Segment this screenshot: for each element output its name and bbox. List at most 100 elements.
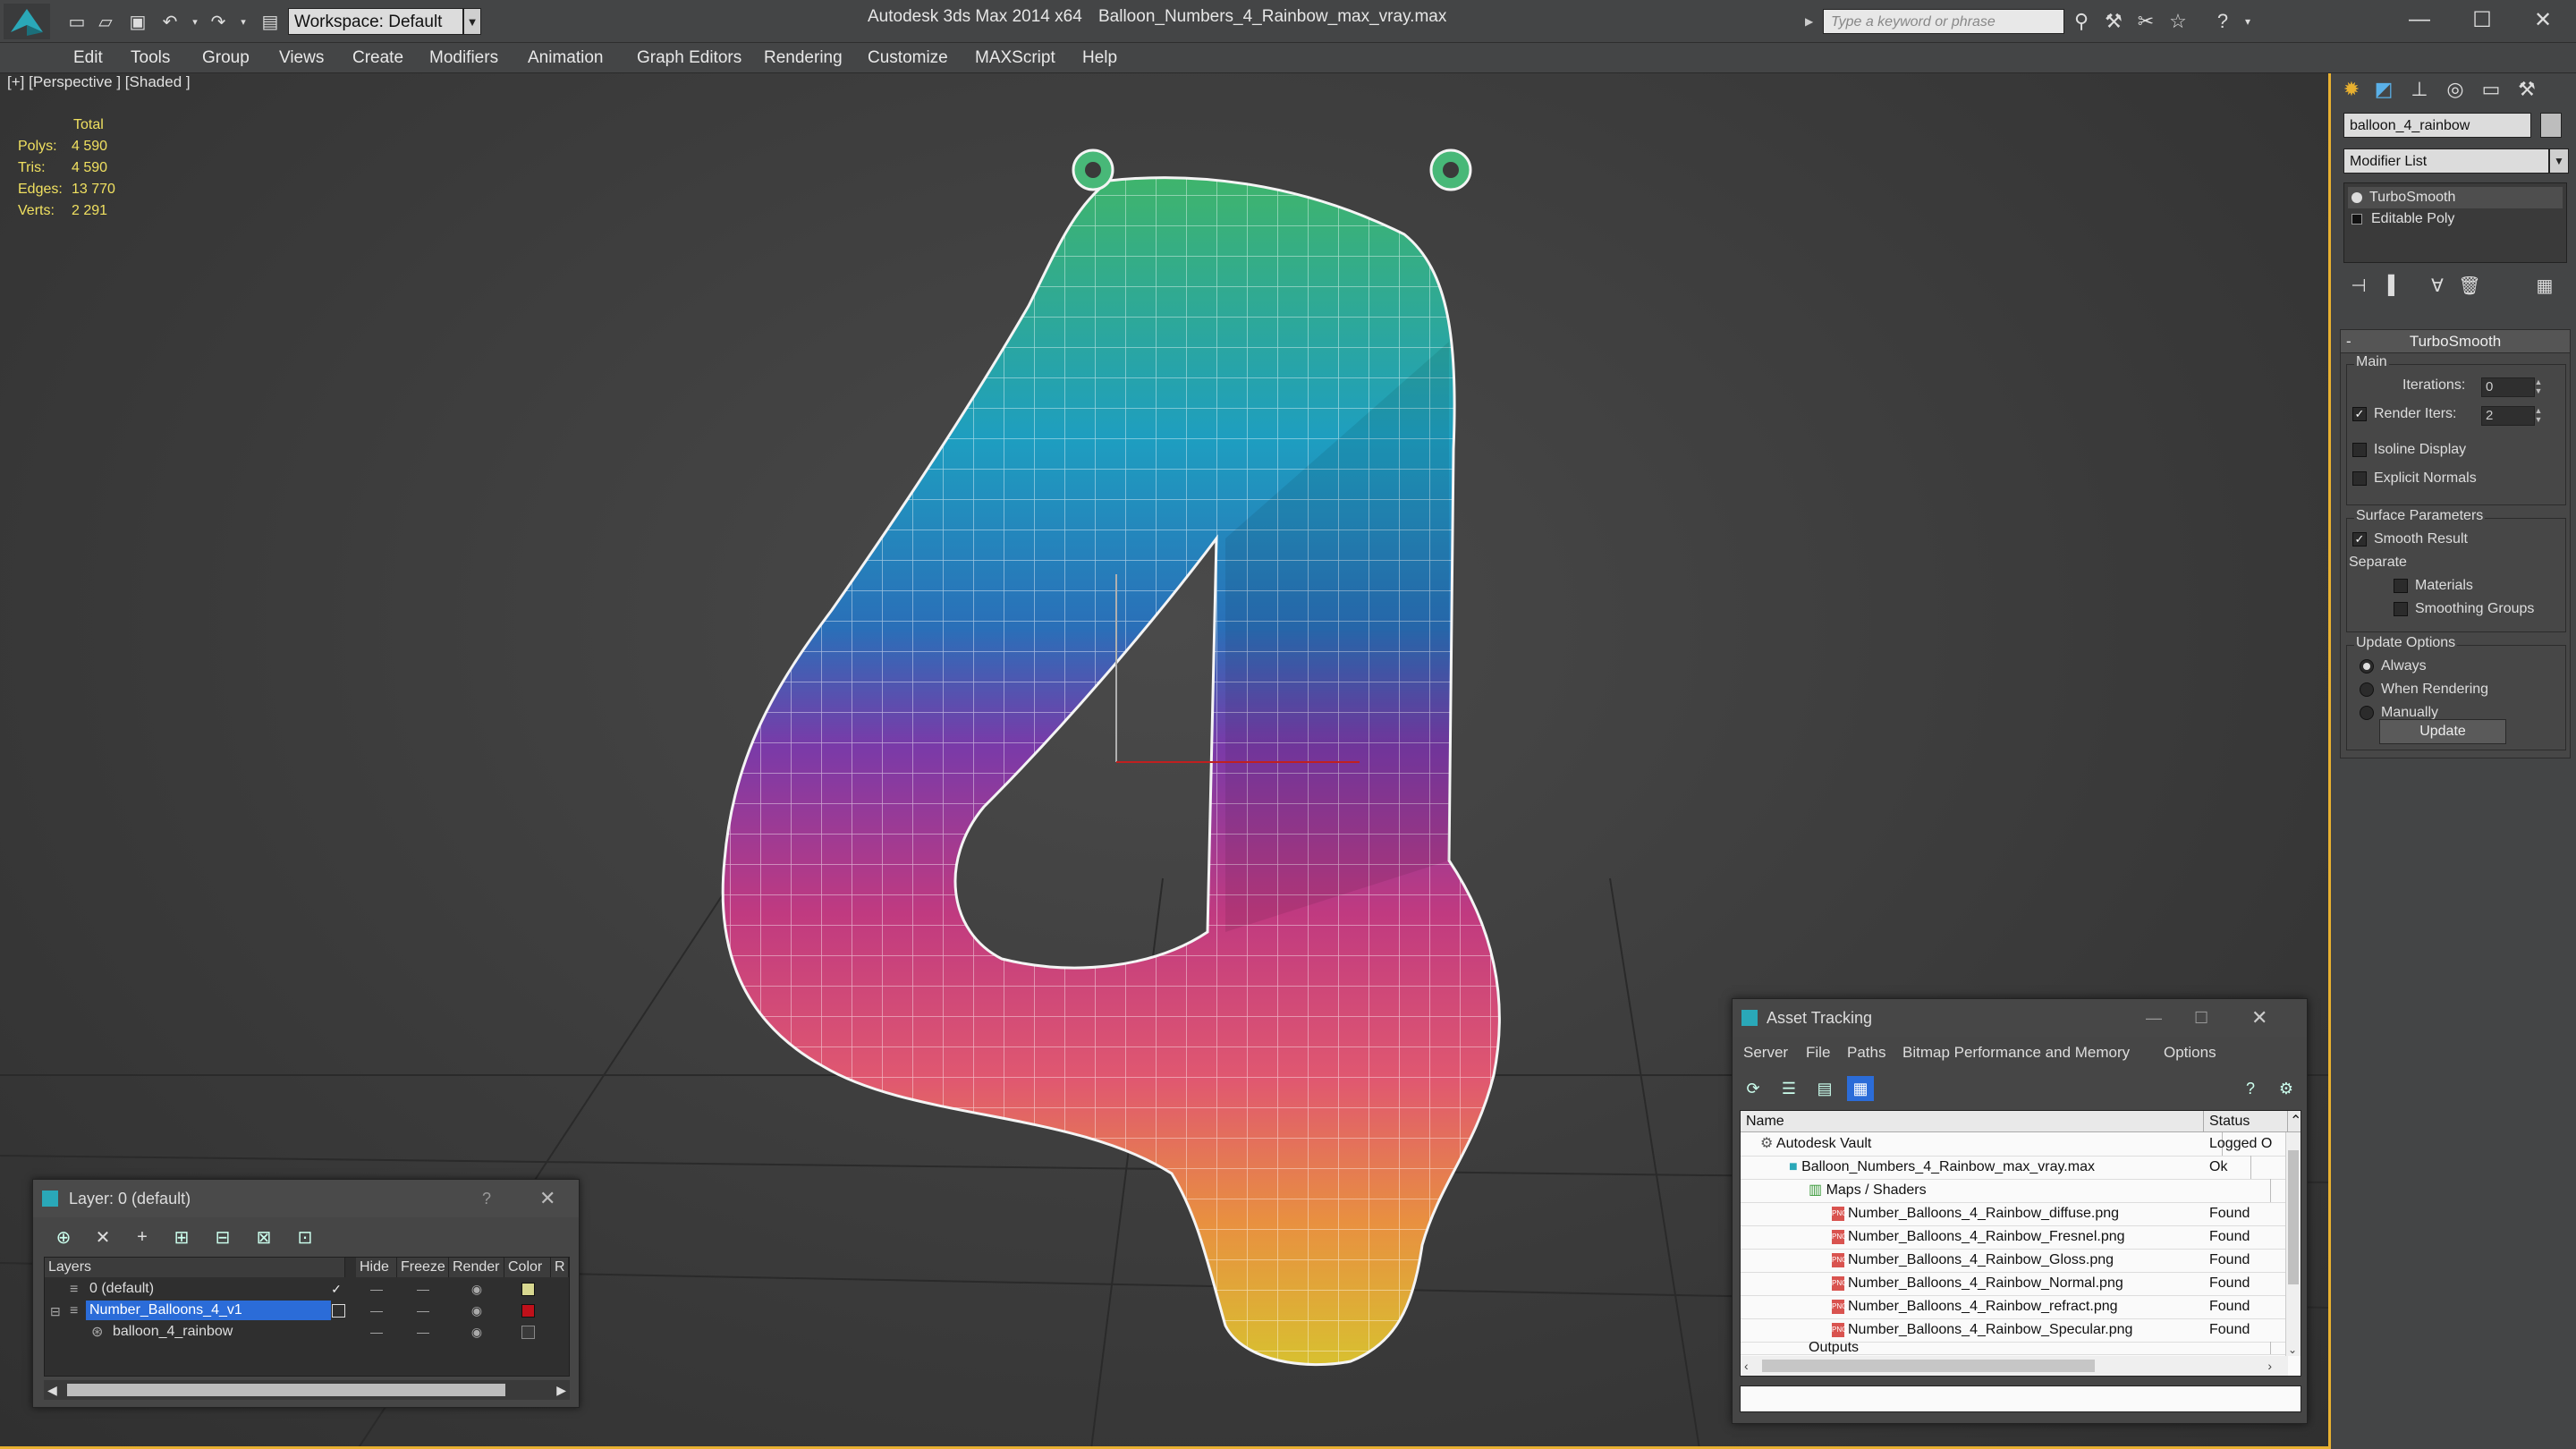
render-iters-checkbox[interactable]: ✓ [2352,406,2367,421]
expand-box-icon[interactable] [2351,213,2362,225]
scroll-up-icon[interactable]: ⌃ [2288,1111,2301,1132]
menu-edit[interactable]: Edit [73,48,103,68]
asset-row[interactable]: PNGNumber_Balloons_4_Rainbow_Specular.pn… [1741,1318,2301,1343]
configure-modifier-sets-icon[interactable]: ▦ [2531,272,2558,299]
layer-row-default[interactable]: ≡ 0 (default) ✓ — — ◉ [45,1279,569,1301]
freeze-toggle[interactable]: — [397,1301,449,1320]
freeze-toggle[interactable]: — [397,1322,449,1342]
smoothing-groups-checkbox[interactable] [2394,601,2408,616]
explicit-normals-checkbox[interactable] [2352,470,2367,486]
layer-close-icon[interactable]: ✕ [539,1180,555,1217]
scroll-right-icon[interactable]: ▶ [556,1380,566,1400]
iterations-spinner-arrows-icon[interactable]: ▲ ▼ [2533,377,2544,395]
favorites-star-icon[interactable]: ☆ [2165,9,2191,34]
table-view-icon[interactable]: ▦ [1847,1076,1874,1101]
save-file-icon[interactable]: ▣ [125,9,150,34]
asset-row[interactable]: PNGNumber_Balloons_4_Rainbow_Normal.png … [1741,1272,2301,1296]
active-layer-check-icon[interactable]: ✓ [326,1279,347,1299]
isoline-display-checkbox[interactable] [2352,442,2367,457]
col-layers[interactable]: Layers [45,1258,345,1277]
workspace-dropdown[interactable]: Workspace: Default [288,8,463,35]
new-file-icon[interactable]: ▭ [64,9,89,34]
explicit-normals-row[interactable]: Explicit Normals [2352,470,2477,487]
scroll-right-icon[interactable]: › [2267,1356,2272,1376]
minimize-icon[interactable]: — [2390,0,2449,39]
asset-maximize-icon[interactable]: ☐ [2194,999,2208,1037]
stack-item-turbosmooth[interactable]: TurboSmooth [2348,187,2563,208]
binoculars-icon[interactable]: ⚲ [2068,9,2095,34]
asset-path-field[interactable] [1740,1385,2301,1412]
workspace-dropdown-arrow-icon[interactable]: ▼ [463,8,481,35]
search-input[interactable]: Type a keyword or phrase [1823,9,2064,34]
modifier-list-dropdown[interactable]: Modifier List [2343,148,2549,174]
pin-stack-icon[interactable]: ⊣ [2345,272,2372,299]
rollout-header[interactable]: - TurboSmooth [2341,330,2570,353]
lightbulb-icon[interactable] [2351,191,2362,203]
smooth-result-row[interactable]: ✓ Smooth Result [2352,531,2468,547]
redo-icon[interactable]: ↷ [206,9,231,34]
materials-row[interactable]: Materials [2394,578,2473,594]
asset-minimize-icon[interactable]: — [2146,999,2162,1037]
asset-row[interactable]: ⚙ Autodesk Vault Logged O [1741,1132,2301,1157]
asset-scroll-thumb[interactable] [2288,1150,2299,1284]
asset-vertical-scrollbar[interactable]: ⌄ [2285,1132,2301,1356]
menu-views[interactable]: Views [279,48,324,68]
scroll-left-icon[interactable]: ◀ [47,1380,57,1400]
create-layer-icon[interactable]: ⊕ [49,1224,78,1250]
asset-menu-options[interactable]: Options [2164,1044,2216,1062]
asset-row[interactable]: PNGNumber_Balloons_4_Rainbow_Fresnel.png… [1741,1225,2301,1250]
asset-menu-bitmap-performance[interactable]: Bitmap Performance and Memory [1902,1044,2130,1062]
asset-row[interactable]: PNGNumber_Balloons_4_Rainbow_Gloss.png F… [1741,1249,2301,1273]
when-rendering-option[interactable]: When Rendering [2360,682,2488,698]
col-name[interactable]: Name [1741,1111,2204,1132]
asset-row[interactable]: ▥ Maps / Shaders [1741,1179,2301,1203]
scroll-left-icon[interactable]: ‹ [1744,1356,1749,1376]
add-to-layer-icon[interactable]: + [128,1224,157,1250]
remove-modifier-icon[interactable]: 🗑 [2456,272,2483,299]
render-teapot-icon[interactable]: ◉ [449,1301,504,1320]
undo-icon[interactable]: ↶ [157,9,182,34]
col-color[interactable]: Color [504,1258,551,1277]
help-icon[interactable]: ? [2237,1076,2264,1101]
modify-tab-icon[interactable]: ◩ [2368,73,2399,106]
render-iters-spinner-arrows-icon[interactable]: ▲ ▼ [2533,406,2544,424]
asset-menu-file[interactable]: File [1806,1044,1830,1062]
layer-help-icon[interactable]: ? [482,1180,491,1217]
always-option[interactable]: Always [2360,658,2427,674]
close-icon[interactable]: ✕ [2513,0,2572,39]
select-objects-in-layer-icon[interactable]: ⊞ [167,1224,196,1250]
communication-icon[interactable]: ✂ [2132,9,2159,34]
menu-graph-editors[interactable]: Graph Editors [637,48,741,68]
detail-view-icon[interactable]: ▤ [1811,1076,1838,1101]
layer-color-swatch[interactable] [504,1279,551,1299]
when-rendering-radio[interactable] [2360,682,2374,697]
smoothing-groups-row[interactable]: Smoothing Groups [2394,601,2534,617]
manually-radio[interactable] [2360,705,2374,720]
update-button[interactable]: Update [2379,719,2506,744]
smooth-result-checkbox[interactable]: ✓ [2352,531,2367,547]
materials-checkbox[interactable] [2394,578,2408,593]
redo-dropdown-icon[interactable]: ▾ [231,9,256,34]
col-render[interactable]: Render [449,1258,504,1277]
scroll-down-icon[interactable]: ⌄ [2288,1343,2297,1356]
freeze-unfreeze-all-icon[interactable]: ⊡ [291,1224,319,1250]
settings-icon[interactable]: ⚙ [2273,1076,2300,1101]
freeze-toggle[interactable]: — [397,1279,449,1299]
display-tab-icon[interactable]: ▭ [2476,73,2506,106]
menu-maxscript[interactable]: MAXScript [975,48,1055,68]
always-radio[interactable] [2360,658,2374,674]
stack-item-editable-poly[interactable]: Editable Poly [2348,208,2563,230]
render-iters-spinner[interactable]: 2 [2481,406,2535,426]
asset-row[interactable]: PNGNumber_Balloons_4_Rainbow_diffuse.png… [1741,1202,2301,1226]
search-expand-icon[interactable]: ▶ [1805,9,1819,34]
asset-row[interactable]: Outputs [1741,1342,2301,1355]
highlight-selected-layer-icon[interactable]: ⊟ [208,1224,237,1250]
expand-minus-icon[interactable]: ⊟ [50,1301,61,1322]
col-radiosity[interactable]: R [551,1258,569,1277]
asset-menu-server[interactable]: Server [1743,1044,1788,1062]
help-dropdown-icon[interactable]: ▾ [2234,9,2261,34]
object-name-field[interactable]: balloon_4_rainbow [2343,113,2531,138]
layer-row-balloon-object[interactable]: ⊛ balloon_4_rainbow — — ◉ [45,1322,569,1343]
modifier-list-arrow-icon[interactable]: ▼ [2549,148,2569,174]
make-unique-icon[interactable]: ∀ [2424,272,2451,299]
